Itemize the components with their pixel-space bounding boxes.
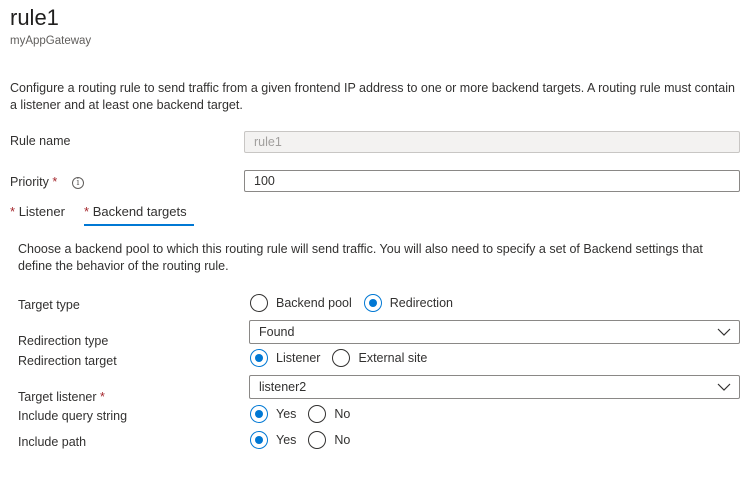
radio-query-yes[interactable]: Yes [250, 405, 296, 423]
radio-backend-pool[interactable]: Backend pool [250, 294, 352, 312]
required-asterisk: * [84, 204, 90, 219]
radio-path-no[interactable]: No [308, 431, 350, 449]
required-asterisk: * [52, 175, 58, 189]
redirection-type-label: Redirection type [18, 334, 109, 348]
redirection-target-label: Redirection target [18, 354, 117, 368]
include-path-label: Include path [18, 435, 87, 449]
radio-selected [250, 431, 268, 449]
radio-path-yes[interactable]: Yes [250, 431, 296, 449]
radio-listener[interactable]: Listener [250, 349, 320, 367]
backend-description: Choose a backend pool to which this rout… [18, 242, 703, 273]
radio-unselected [308, 431, 327, 449]
radio-selected [363, 294, 382, 312]
chevron-down-icon [717, 328, 731, 336]
tab-listener[interactable]: * Listener [10, 204, 65, 219]
selected-tab-indicator [84, 224, 194, 226]
rule-name-label: Rule name [10, 134, 71, 148]
radio-label: No [334, 433, 351, 447]
radio-label: No [334, 407, 351, 421]
radio-unselected [308, 405, 327, 423]
radio-selected [250, 405, 268, 423]
radio-unselected [250, 294, 268, 312]
radio-external-site[interactable]: External site [332, 349, 427, 367]
tab-backend-targets[interactable]: * Backend targets [84, 204, 187, 219]
target-type-radio-group: Backend pool Redirection [250, 294, 465, 312]
page-title: rule1 [10, 5, 59, 30]
radio-label: Listener [276, 351, 321, 365]
target-listener-label: Target listener * [18, 390, 105, 404]
rule-name-input: rule1 [244, 131, 740, 153]
radio-redirection[interactable]: Redirection [363, 294, 453, 312]
include-query-string-label: Include query string [18, 409, 128, 423]
radio-label: Redirection [389, 296, 453, 310]
target-listener-select[interactable]: listener2 [249, 375, 740, 399]
radio-query-no[interactable]: No [308, 405, 350, 423]
priority-label: Priority * [10, 175, 57, 189]
radio-label: External site [358, 351, 428, 365]
radio-label: Yes [276, 433, 297, 447]
tab-backend-targets-label: Backend targets [92, 204, 187, 219]
include-query-string-radio-group: Yes No [250, 405, 362, 423]
radio-unselected [332, 349, 351, 367]
rule-description: Configure a routing rule to send traffic… [10, 81, 735, 112]
chevron-down-icon [717, 383, 731, 391]
tab-listener-label: Listener [18, 204, 65, 219]
radio-label: Yes [276, 407, 297, 421]
page-subtitle: myAppGateway [10, 35, 92, 47]
priority-input[interactable]: 100 [244, 170, 740, 192]
priority-label-text: Priority [10, 175, 49, 189]
info-icon[interactable]: i [72, 177, 84, 189]
target-listener-value: listener2 [259, 380, 307, 394]
target-listener-label-text: Target listener [18, 390, 97, 404]
required-asterisk: * [10, 204, 16, 219]
radio-label: Backend pool [276, 296, 352, 310]
include-path-radio-group: Yes No [250, 431, 362, 449]
redirection-type-select[interactable]: Found [249, 320, 740, 344]
redirection-target-radio-group: Listener External site [250, 349, 439, 367]
radio-selected [250, 349, 268, 367]
target-type-label: Target type [18, 298, 80, 312]
redirection-type-value: Found [259, 325, 295, 339]
required-asterisk: * [100, 390, 105, 404]
